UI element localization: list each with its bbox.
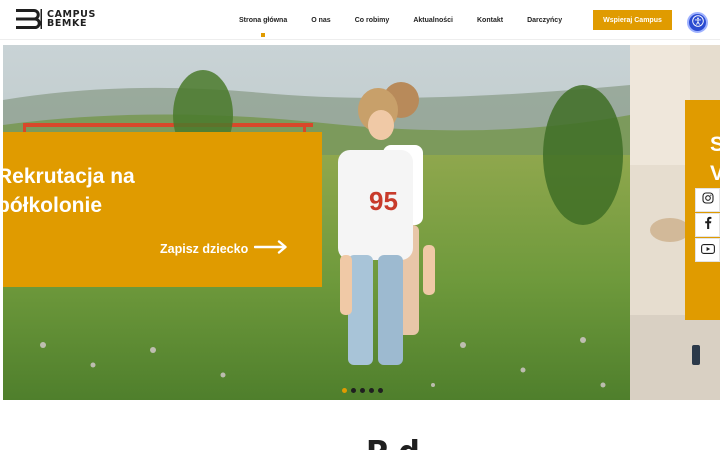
accessibility-icon bbox=[691, 14, 704, 32]
enroll-child-link[interactable]: Zapisz dziecko bbox=[160, 240, 288, 257]
nav-item-donors[interactable]: Darczyńcy bbox=[515, 0, 574, 40]
nav-item-label: Aktualności bbox=[413, 16, 453, 24]
instagram-icon bbox=[701, 191, 714, 209]
promo-title-line-1: Rekrutacja na bbox=[3, 165, 135, 188]
nav-item-what-we-do[interactable]: Co robimy bbox=[343, 0, 402, 40]
logo-line-2: BEMKE bbox=[47, 18, 88, 29]
nav-item-label: Kontakt bbox=[477, 16, 504, 24]
slider-dot[interactable] bbox=[369, 388, 374, 393]
slider-pagination bbox=[342, 388, 387, 393]
logo-b-mark-icon bbox=[16, 9, 42, 29]
instagram-link[interactable] bbox=[695, 188, 720, 212]
logo-text: CAMPUS BEMKE bbox=[47, 10, 96, 29]
hero-slide: 95 Rekrutacja na półkolonie Zapisz dziec… bbox=[3, 45, 630, 400]
page: CAMPUS BEMKE Strona główna O nas Co robi… bbox=[0, 0, 720, 450]
facebook-link[interactable] bbox=[695, 213, 720, 237]
next-slide-title-line-2: V bbox=[710, 162, 720, 185]
slider-dot[interactable] bbox=[351, 388, 356, 393]
promo-title: Rekrutacja na półkolonie bbox=[3, 162, 135, 220]
slider-dot[interactable] bbox=[342, 388, 347, 393]
site-header: CAMPUS BEMKE Strona główna O nas Co robi… bbox=[0, 0, 720, 40]
nav-item-contact[interactable]: Kontakt bbox=[465, 0, 515, 40]
arrow-right-icon bbox=[248, 240, 288, 257]
nav-item-news[interactable]: Aktualności bbox=[401, 0, 465, 40]
next-slide-title-line-1: S bbox=[710, 133, 720, 156]
next-slide-title: S V bbox=[710, 130, 720, 188]
youtube-icon bbox=[700, 241, 715, 259]
promo-box: Rekrutacja na półkolonie Zapisz dziecko bbox=[3, 132, 322, 287]
promo-title-line-2: półkolonie bbox=[3, 194, 102, 217]
accessibility-button[interactable] bbox=[687, 12, 708, 33]
logo[interactable]: CAMPUS BEMKE bbox=[16, 9, 96, 29]
nav-item-home[interactable]: Strona główna bbox=[227, 0, 299, 40]
youtube-link[interactable] bbox=[695, 238, 720, 262]
slider-dot[interactable] bbox=[360, 388, 365, 393]
support-campus-button[interactable]: Wspieraj Campus bbox=[593, 10, 672, 30]
svg-text:95: 95 bbox=[369, 186, 398, 216]
nav-item-label: Co robimy bbox=[354, 16, 390, 24]
nav-item-label: O nas bbox=[311, 16, 331, 24]
slider-dot[interactable] bbox=[378, 388, 383, 393]
social-sidebar bbox=[695, 188, 720, 263]
nav-item-label: Darczyńcy bbox=[527, 16, 563, 24]
section-heading: P d bbox=[366, 436, 420, 450]
nav-item-label: Strona główna bbox=[239, 16, 288, 24]
facebook-icon bbox=[704, 216, 712, 234]
enroll-child-label: Zapisz dziecko bbox=[160, 241, 249, 256]
main-nav: Strona główna O nas Co robimy Aktualnośc… bbox=[227, 0, 574, 40]
nav-item-about[interactable]: O nas bbox=[299, 0, 342, 40]
